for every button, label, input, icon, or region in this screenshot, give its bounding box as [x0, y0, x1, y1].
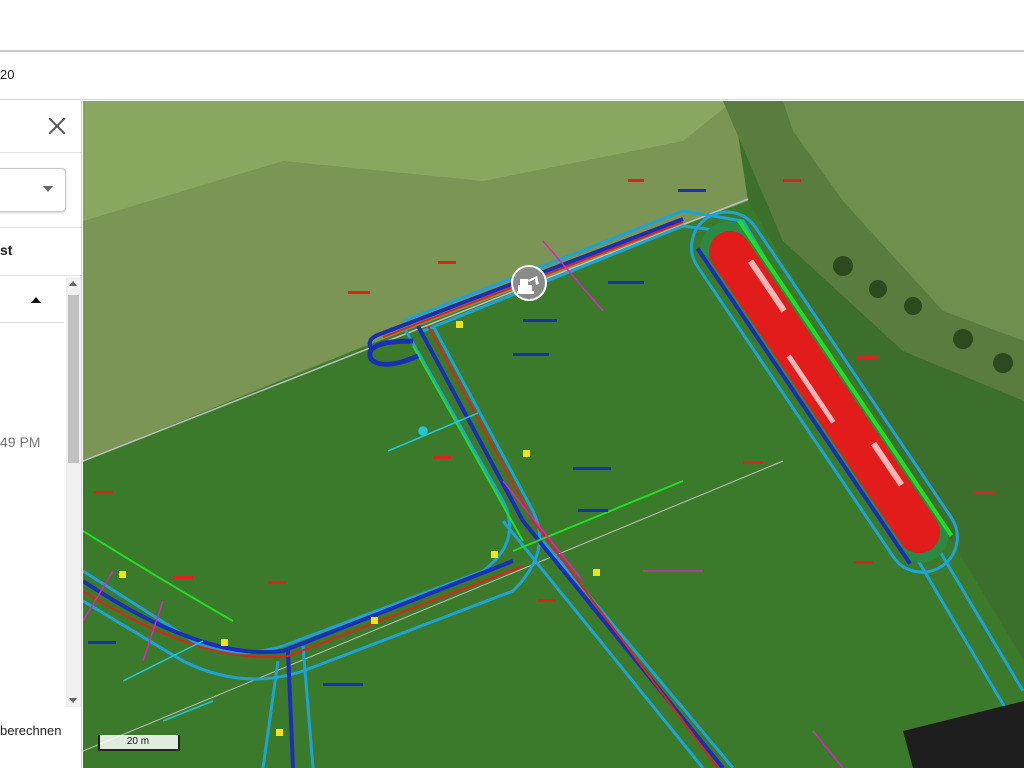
recalculate-button[interactable]: berechnen	[0, 723, 61, 738]
divider	[0, 227, 81, 228]
map-view[interactable]: 20 m	[83, 101, 1024, 768]
tree	[904, 297, 922, 315]
address-bar: 20	[0, 52, 1024, 100]
list-header[interactable]	[0, 277, 64, 323]
excavator-icon[interactable]	[510, 265, 548, 303]
tree	[953, 329, 973, 349]
side-panel: st 49 PM berechnen	[0, 101, 82, 768]
chevron-up-icon	[31, 297, 41, 303]
tree	[833, 256, 853, 276]
divider	[0, 275, 81, 276]
section-title: st	[0, 242, 13, 258]
close-icon[interactable]	[46, 115, 68, 137]
tree	[993, 353, 1013, 373]
divider	[0, 152, 81, 153]
scroll-up-icon[interactable]	[69, 281, 77, 286]
timestamp: 49 PM	[0, 434, 41, 450]
address-text: 20	[0, 67, 15, 82]
scroll-thumb[interactable]	[68, 295, 79, 463]
scale-label: 20 m	[126, 736, 150, 747]
chevron-down-icon	[43, 186, 53, 192]
scroll-down-icon[interactable]	[69, 698, 77, 703]
layer-select[interactable]	[0, 168, 66, 212]
scrollbar[interactable]	[66, 277, 81, 707]
scale-bar: 20 m	[98, 735, 180, 753]
tree	[869, 280, 887, 298]
map-canvas	[83, 101, 1024, 768]
top-bar	[0, 0, 1024, 52]
